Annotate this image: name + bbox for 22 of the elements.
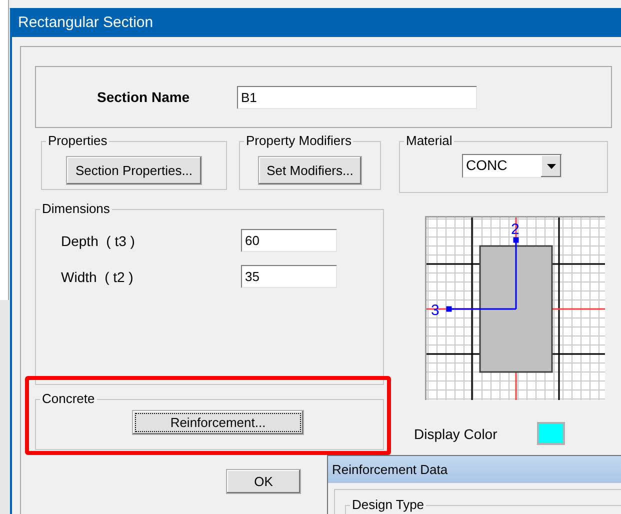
reinforcement-button[interactable]: Reinforcement... [132, 410, 304, 435]
ok-button[interactable]: OK [226, 469, 301, 494]
window-title: Reinforcement Data [332, 462, 448, 477]
group-label: Dimensions [41, 202, 111, 216]
section-name-label: Section Name [96, 89, 191, 105]
dimension-label: Depth ( t3 ) [60, 232, 136, 248]
group-label: Concrete [41, 392, 96, 406]
display-color-label: Display Color [414, 426, 498, 442]
dimension-label: Width ( t2 ) [60, 268, 134, 284]
color-swatch[interactable] [537, 422, 565, 445]
group-label: Properties [47, 134, 108, 148]
dimension-field[interactable]: 60 [241, 229, 337, 252]
window-title: Rectangular Section [18, 14, 154, 31]
material-dropdown[interactable]: CONC [462, 154, 562, 178]
section-name-field[interactable]: B1 [237, 86, 477, 108]
dimension-field[interactable]: 35 [241, 265, 337, 288]
section-properties-button[interactable]: Section Properties... [66, 156, 202, 185]
group-label: Design Type [351, 498, 426, 512]
group-label: Property Modifiers [245, 134, 352, 148]
set-modifiers-button[interactable]: Set Modifiers... [258, 156, 362, 185]
group-label: Material [405, 134, 454, 148]
caret-icon [546, 164, 556, 168]
